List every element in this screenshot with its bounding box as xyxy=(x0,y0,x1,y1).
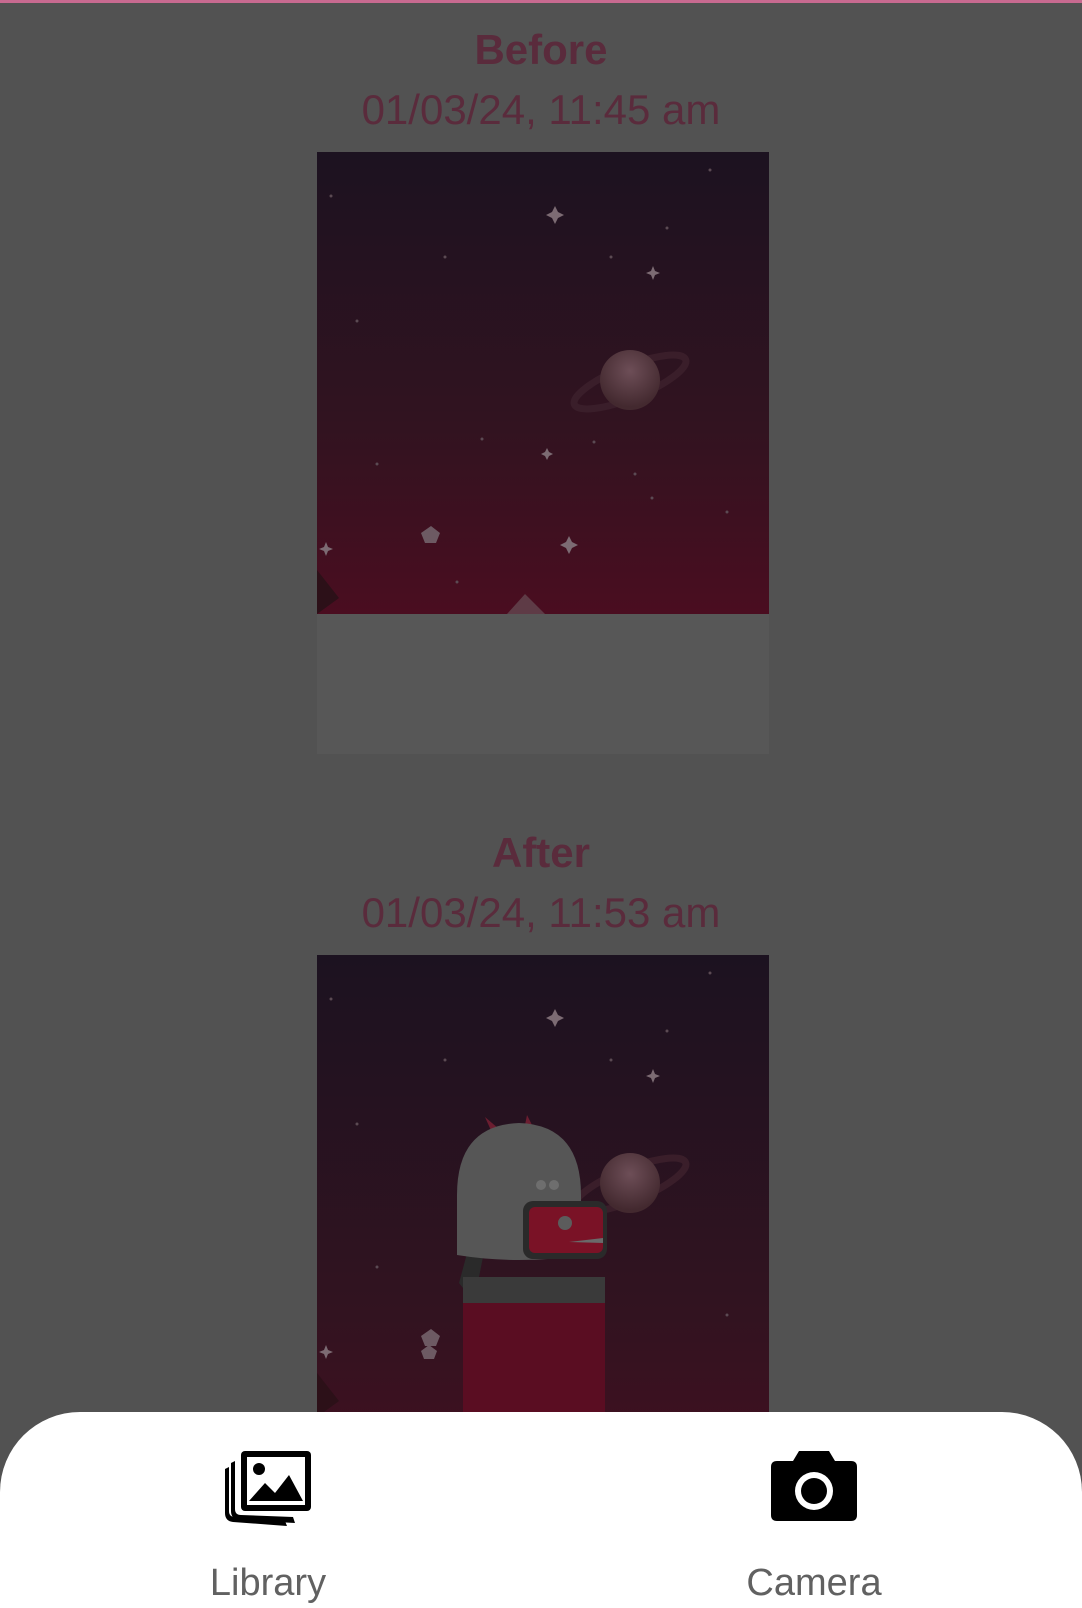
before-title: Before xyxy=(474,26,608,73)
image-source-bottom-sheet: Library Camera xyxy=(0,1412,1082,1608)
before-photo[interactable] xyxy=(317,152,769,754)
library-option[interactable]: Library xyxy=(118,1412,418,1608)
after-timestamp: 01/03/24, 11:53 am xyxy=(361,889,721,936)
library-label: Library xyxy=(209,1562,327,1604)
photo-library-icon xyxy=(223,1447,313,1527)
camera-option[interactable]: Camera xyxy=(664,1412,964,1608)
after-photo[interactable] xyxy=(317,955,769,1412)
image-picker-screen: Before 01/03/24, 11:45 am After 01/03/24… xyxy=(0,0,1082,1608)
before-timestamp: 01/03/24, 11:45 am xyxy=(361,86,721,133)
camera-label: Camera xyxy=(746,1562,882,1604)
camera-icon xyxy=(769,1447,859,1527)
after-title: After xyxy=(491,829,590,876)
status-accent-line xyxy=(0,0,1082,3)
